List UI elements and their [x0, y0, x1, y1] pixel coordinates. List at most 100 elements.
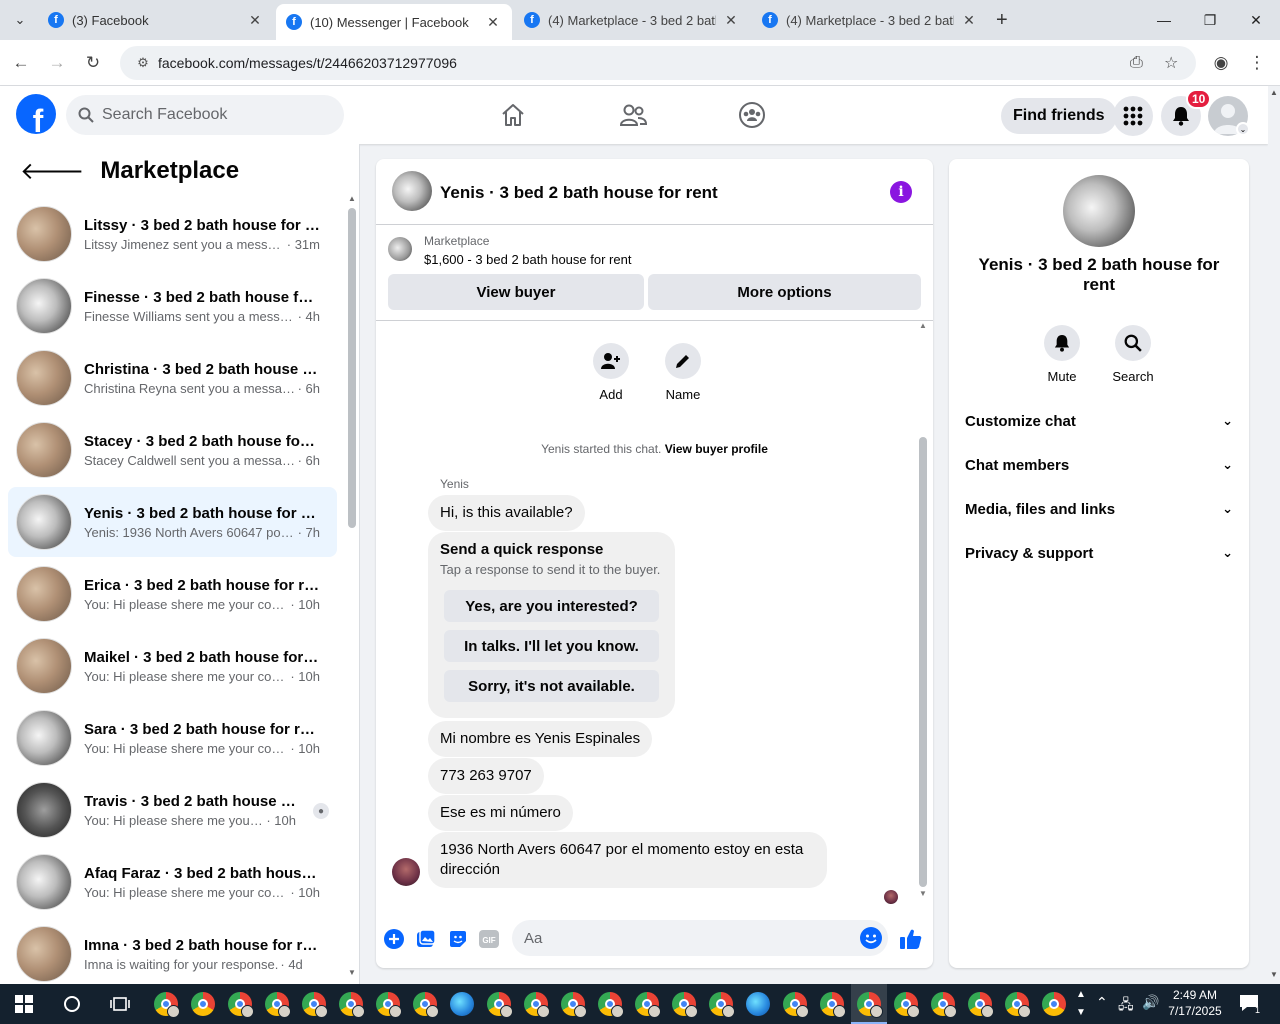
- message-input[interactable]: [524, 929, 844, 947]
- tray-overflow-icon[interactable]: ⌃: [1096, 994, 1108, 1011]
- conversation-item[interactable]: Yenis · 3 bed 2 bath house for rent Yenis…: [8, 487, 337, 557]
- message-bubble[interactable]: Hi, is this available?: [428, 495, 585, 531]
- menu-kebab-icon[interactable]: ⋮: [1244, 50, 1270, 76]
- conversation-item[interactable]: Imna · 3 bed 2 bath house for rent Imna i…: [8, 919, 337, 984]
- search-action[interactable]: Search: [1098, 325, 1168, 384]
- new-tab-icon[interactable]: +: [996, 9, 1008, 32]
- reload-icon[interactable]: ↻: [80, 50, 106, 76]
- message-bubble[interactable]: Ese es mi número: [428, 795, 573, 831]
- conversation-item[interactable]: Afaq Faraz · 3 bed 2 bath house for rent…: [8, 847, 337, 917]
- chrome-browser-icon[interactable]: [522, 990, 550, 1018]
- friends-icon[interactable]: [618, 100, 648, 130]
- info-icon[interactable]: i: [890, 181, 912, 203]
- chrome-browser-icon[interactable]: [337, 990, 365, 1018]
- close-tab-icon[interactable]: ✕: [246, 12, 264, 29]
- emoji-icon[interactable]: [860, 927, 882, 949]
- chrome-browser-icon[interactable]: [670, 990, 698, 1018]
- photo-icon[interactable]: [415, 928, 437, 950]
- chat-title[interactable]: Yenis · 3 bed 2 bath house for rent: [440, 183, 718, 203]
- facebook-search[interactable]: [66, 95, 344, 135]
- view-buyer-profile-link[interactable]: View buyer profile: [665, 442, 768, 456]
- minimize-icon[interactable]: —: [1144, 6, 1184, 34]
- chrome-browser-icon[interactable]: [781, 990, 809, 1018]
- forward-icon[interactable]: →: [44, 50, 70, 76]
- chrome-browser-icon[interactable]: [226, 990, 254, 1018]
- browser-tab-messenger[interactable]: f (10) Messenger | Facebook ✕: [276, 4, 512, 40]
- chat-avatar[interactable]: [392, 171, 432, 211]
- message-field[interactable]: [512, 920, 888, 956]
- groups-icon[interactable]: [737, 100, 767, 130]
- home-icon[interactable]: [498, 100, 528, 130]
- chrome-browser-icon[interactable]: [1040, 990, 1068, 1018]
- action-center-icon[interactable]: 1: [1238, 992, 1260, 1017]
- find-friends-button[interactable]: Find friends: [1001, 98, 1117, 134]
- menu-grid-icon[interactable]: [1113, 96, 1153, 136]
- chrome-browser-icon[interactable]: [596, 990, 624, 1018]
- profile-icon[interactable]: ◉: [1208, 50, 1234, 76]
- mute-action[interactable]: Mute: [1027, 325, 1097, 384]
- facebook-logo[interactable]: f: [16, 94, 56, 134]
- plus-circle-icon[interactable]: [383, 928, 405, 950]
- windows-start-icon[interactable]: [10, 990, 38, 1018]
- back-icon[interactable]: ←: [8, 50, 34, 76]
- edge-browser-icon[interactable]: [744, 990, 772, 1018]
- cortana-search-icon[interactable]: [58, 990, 86, 1018]
- chrome-browser-icon[interactable]: [818, 990, 846, 1018]
- conversation-item[interactable]: Christina · 3 bed 2 bath house for rent C…: [8, 343, 337, 413]
- close-tab-icon[interactable]: ✕: [484, 14, 502, 31]
- chrome-browser-icon[interactable]: [411, 990, 439, 1018]
- site-info-icon[interactable]: ⚙: [130, 55, 156, 71]
- sender-avatar[interactable]: [392, 858, 420, 886]
- conversation-item[interactable]: Maikel · 3 bed 2 bath house for rent You:…: [8, 631, 337, 701]
- chrome-browser-icon[interactable]: [559, 990, 587, 1018]
- conversation-scrollbar[interactable]: ▲ ▼: [347, 194, 356, 979]
- chat-members-section[interactable]: Chat members ⌄: [957, 445, 1241, 485]
- scrollbar-thumb[interactable]: [348, 208, 356, 528]
- chrome-browser-icon[interactable]: [707, 990, 735, 1018]
- task-view-icon[interactable]: [106, 990, 134, 1018]
- taskbar-clock[interactable]: 2:49 AM 7/17/2025: [1166, 987, 1224, 1019]
- chrome-browser-icon[interactable]: [189, 990, 217, 1018]
- chrome-browser-icon[interactable]: [929, 990, 957, 1018]
- conversation-item[interactable]: Stacey · 3 bed 2 bath house for rent Stac…: [8, 415, 337, 485]
- tab-search-dropdown[interactable]: ⌄: [8, 8, 32, 32]
- sticker-icon[interactable]: [447, 928, 469, 950]
- chrome-browser-icon[interactable]: [892, 990, 920, 1018]
- bookmark-star-icon[interactable]: ☆: [1164, 46, 1178, 80]
- message-bubble[interactable]: Mi nombre es Yenis Espinales: [428, 721, 653, 757]
- chevron-down-icon[interactable]: ⌄: [1236, 122, 1250, 136]
- back-arrow-icon[interactable]: 🡐: [20, 156, 84, 186]
- close-window-icon[interactable]: ✕: [1236, 6, 1276, 34]
- search-input[interactable]: [102, 106, 322, 124]
- chrome-browser-icon[interactable]: [152, 990, 180, 1018]
- browser-tab-marketplace-2[interactable]: f (4) Marketplace - 3 bed 2 bath h ✕: [752, 4, 988, 36]
- address-bar[interactable]: ⚙ facebook.com/messages/t/24466203712977…: [120, 46, 1196, 80]
- chrome-browser-icon[interactable]: [374, 990, 402, 1018]
- page-scrollbar[interactable]: ▲ ▼: [1268, 86, 1280, 984]
- add-action[interactable]: Add: [576, 343, 646, 402]
- restore-icon[interactable]: ❐: [1190, 6, 1230, 34]
- scrollbar-thumb[interactable]: [919, 437, 927, 887]
- message-bubble[interactable]: 773 263 9707: [428, 758, 544, 794]
- more-options-button[interactable]: More options: [648, 274, 921, 310]
- url-text[interactable]: facebook.com/messages/t/2446620371297709…: [158, 55, 457, 71]
- chrome-browser-icon[interactable]: [485, 990, 513, 1018]
- conversation-item[interactable]: Sara · 3 bed 2 bath house for rent You: H…: [8, 703, 337, 773]
- volume-icon[interactable]: 🔊: [1142, 994, 1159, 1011]
- message-bubble[interactable]: 1936 North Avers 60647 por el momento es…: [428, 832, 827, 888]
- conversation-avatar[interactable]: [1063, 175, 1135, 247]
- thumbs-up-icon[interactable]: [898, 928, 924, 950]
- taskbar-scroll-icon[interactable]: ▲ ▼: [1076, 986, 1086, 1022]
- quick-response-yes[interactable]: Yes, are you interested?: [444, 590, 659, 622]
- privacy-support-section[interactable]: Privacy & support ⌄: [957, 533, 1241, 573]
- quick-response-not-available[interactable]: Sorry, it's not available.: [444, 670, 659, 702]
- listing-price[interactable]: $1,600 - 3 bed 2 bath house for rent: [424, 252, 631, 267]
- chat-scrollbar[interactable]: ▲ ▼: [919, 321, 928, 899]
- chrome-browser-icon[interactable]: [855, 990, 883, 1018]
- conversation-item[interactable]: Finesse · 3 bed 2 bath house for rent Fin…: [8, 271, 337, 341]
- name-action[interactable]: Name: [648, 343, 718, 402]
- conversation-item[interactable]: Litssy · 3 bed 2 bath house for rent Lits…: [8, 199, 337, 269]
- browser-tab-marketplace-1[interactable]: f (4) Marketplace - 3 bed 2 bath h ✕: [514, 4, 750, 36]
- chrome-browser-icon[interactable]: [300, 990, 328, 1018]
- quick-response-in-talks[interactable]: In talks. I'll let you know.: [444, 630, 659, 662]
